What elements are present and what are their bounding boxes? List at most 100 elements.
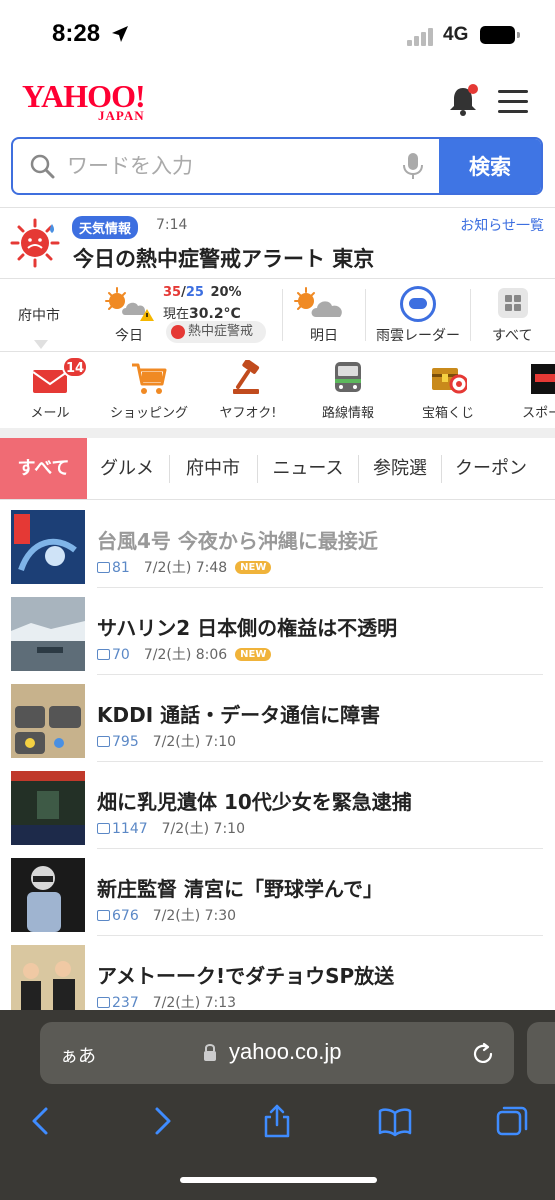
tab-news[interactable]: ニュース (259, 438, 357, 499)
service-mail[interactable]: 14 メール (5, 352, 95, 428)
back-icon[interactable] (24, 1103, 60, 1139)
comment-icon (97, 649, 110, 660)
heatstroke-sun-icon (10, 218, 60, 268)
news-date: 7/2(土) 7:10 (152, 734, 237, 750)
news-thumbnail (11, 597, 85, 671)
sports-icon (531, 364, 555, 394)
service-transit[interactable]: 路線情報 (303, 352, 393, 428)
current-temp: 現在30.2°C (163, 303, 241, 322)
news-meta: 1147 7/2(土) 7:10 (97, 818, 245, 838)
service-shopping[interactable]: ショッピング (104, 352, 194, 428)
tab-divider (257, 455, 258, 483)
battery-icon (480, 26, 520, 44)
search-input[interactable] (67, 139, 387, 193)
news-date: 7/2(土) 7:30 (152, 908, 237, 924)
service-label: スポーツ (522, 406, 555, 421)
text-size-button[interactable]: ぁあ (60, 1042, 96, 1068)
news-title: 台風4号 今夜から沖縄に最接近 (97, 529, 378, 553)
site-header: YAHOO! JAPAN (0, 70, 555, 134)
heatstroke-badge-label: 熱中症警戒 (188, 324, 254, 339)
sun-cloud-icon[interactable] (292, 287, 348, 323)
news-thumbnail (11, 858, 85, 932)
current-temp-prefix: 現在 (163, 307, 190, 322)
news-item[interactable]: 台風4号 今夜から沖縄に最接近 81 7/2(土) 7:48 NEW (0, 500, 555, 587)
news-title: KDDI 通話・データ通信に障害 (97, 703, 381, 727)
news-item[interactable]: 畑に乳児遺体 10代少女を緊急逮捕 1147 7/2(土) 7:10 (0, 761, 555, 848)
grid-icon[interactable] (498, 288, 528, 318)
microphone-icon[interactable] (402, 152, 424, 180)
hamburger-menu-icon[interactable] (498, 90, 530, 116)
all-weather-label[interactable]: すべて (492, 325, 532, 345)
yahoo-logo-sub: JAPAN (98, 108, 145, 123)
train-icon (335, 362, 361, 392)
tab-gourmet[interactable]: グルメ (87, 438, 167, 499)
comment-icon (97, 736, 110, 747)
url-text[interactable]: yahoo.co.jp (229, 1039, 342, 1065)
tab-election[interactable]: 参院選 (360, 438, 440, 499)
comment-icon (97, 562, 110, 573)
service-lottery[interactable]: 宝箱くじ (403, 352, 493, 428)
news-date: 7/2(土) 7:48 (143, 560, 228, 576)
divider (365, 289, 366, 341)
tab-divider (358, 455, 359, 483)
notification-bell-icon[interactable] (445, 82, 481, 118)
sun-cloud-warning-icon[interactable] (103, 287, 155, 323)
yahoo-logo[interactable]: YAHOO! (22, 80, 146, 112)
service-label: ショッピング (109, 406, 188, 421)
heatstroke-badge[interactable]: 熱中症警戒 (166, 321, 266, 343)
service-label: 宝箱くじ (421, 406, 474, 421)
search-icon (30, 154, 55, 179)
alert-time: 7:14 (156, 217, 188, 233)
news-date: 7/2(土) 7:13 (152, 995, 237, 1011)
auction-hammer-icon (233, 360, 260, 394)
comment-icon (97, 910, 110, 921)
rain-radar-label[interactable]: 雨雲レーダー (376, 325, 460, 345)
tab-all[interactable]: すべて (0, 438, 87, 499)
address-bar[interactable]: ぁあ yahoo.co.jp (40, 1022, 514, 1084)
news-thumbnail (11, 945, 85, 1019)
bookmarks-icon[interactable] (377, 1103, 413, 1139)
news-thumbnail (11, 684, 85, 758)
weather-alert[interactable]: 天気情報 7:14 お知らせ一覧 今日の熱中症警戒アラート 東京 (0, 208, 555, 278)
tab-fuchu[interactable]: 府中市 (171, 438, 255, 499)
comment-count: 676 (112, 908, 139, 924)
service-auction[interactable]: ヤフオク! (203, 352, 293, 428)
news-meta: 70 7/2(土) 8:06 NEW (97, 644, 272, 664)
news-meta: 676 7/2(土) 7:30 (97, 905, 236, 925)
reload-icon[interactable] (470, 1041, 496, 1067)
service-label: 路線情報 (321, 406, 374, 421)
news-meta: 81 7/2(土) 7:48 NEW (97, 557, 272, 577)
tab-coupon[interactable]: クーポン (443, 438, 539, 499)
comment-count: 237 (112, 995, 139, 1011)
news-date: 7/2(土) 8:06 (143, 647, 228, 663)
tomorrow-label: 明日 (310, 328, 338, 344)
today-temperatures: 35/25 20% (163, 285, 242, 300)
location-arrow-icon (112, 26, 128, 42)
search-button[interactable]: 検索 (439, 139, 541, 193)
news-item[interactable]: サハリン2 日本側の権益は不透明 70 7/2(土) 8:06 NEW (0, 587, 555, 674)
lock-icon (204, 1044, 216, 1061)
service-sports[interactable]: スポーツ (503, 352, 555, 428)
alert-title[interactable]: 今日の熱中症警戒アラート 東京 (73, 243, 374, 273)
news-item[interactable]: アメトーーク!でダチョウSP放送 237 7/2(土) 7:13 (0, 935, 555, 1022)
network-type: 4G (443, 24, 469, 45)
tab-divider (169, 455, 170, 483)
service-icons: 14 メール ショッピング ヤフオク! 路線情報 宝箱くじ スポー (0, 352, 555, 428)
news-title: 畑に乳児遺体 10代少女を緊急逮捕 (97, 790, 412, 814)
city-caret-icon (34, 340, 48, 349)
service-label: ヤフオク! (219, 406, 277, 421)
forward-icon[interactable] (143, 1103, 179, 1139)
rain-radar-icon[interactable] (400, 286, 436, 322)
notice-list-link[interactable]: お知らせ一覧 (460, 215, 544, 235)
next-tab-preview[interactable] (527, 1022, 555, 1084)
share-icon[interactable] (259, 1103, 295, 1139)
city-selector[interactable]: 府中市 (18, 305, 60, 325)
status-bar: 8:28 4G (0, 0, 555, 70)
news-item[interactable]: 新庄監督 清宮に「野球学んで」 676 7/2(土) 7:30 (0, 848, 555, 935)
comment-count: 1147 (112, 821, 148, 837)
news-title: サハリン2 日本側の権益は不透明 (97, 616, 398, 640)
tabs-icon[interactable] (494, 1103, 530, 1139)
news-item[interactable]: KDDI 通話・データ通信に障害 795 7/2(土) 7:10 (0, 674, 555, 761)
divider (470, 289, 471, 341)
service-label: メール (30, 406, 70, 421)
